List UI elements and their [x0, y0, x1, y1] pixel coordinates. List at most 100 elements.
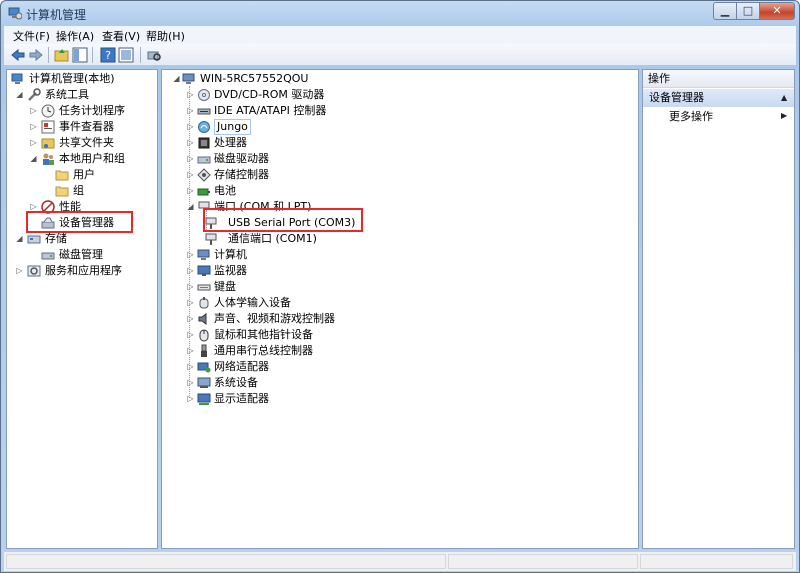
expand-arrow-icon[interactable]: ▷ — [186, 167, 195, 183]
minimize-button[interactable]: ▁ — [713, 2, 737, 20]
tree-label: 共享文件夹 — [59, 136, 114, 149]
tree-label: 磁盘驱动器 — [214, 152, 269, 165]
tree-label: 本地用户和组 — [59, 152, 125, 165]
expand-arrow-icon[interactable]: ▷ — [29, 119, 38, 135]
expand-arrow-icon[interactable]: ▷ — [186, 263, 195, 279]
menu-action[interactable]: 操作(A) — [56, 28, 94, 44]
expand-arrow-icon[interactable]: ▷ — [186, 119, 195, 135]
services-icon — [27, 265, 41, 277]
more-actions-item[interactable]: 更多操作 — [669, 109, 713, 125]
expand-arrow-icon[interactable]: ▷ — [186, 247, 195, 263]
scan-hardware-icon[interactable] — [146, 47, 162, 63]
computer-icon — [197, 249, 210, 260]
expand-arrow-icon[interactable]: ▷ — [29, 135, 38, 151]
expand-arrow-icon[interactable]: ▷ — [186, 279, 195, 295]
expand-arrow-icon[interactable]: ▷ — [186, 151, 195, 167]
tree-label: 计算机 — [214, 248, 247, 261]
status-bar — [4, 551, 796, 571]
expand-arrow-icon[interactable]: ▷ — [15, 263, 24, 279]
back-arrow-icon[interactable] — [10, 47, 26, 63]
more-actions-label: 更多操作 — [669, 110, 713, 123]
tree-label: 通用串行总线控制器 — [214, 344, 313, 357]
menu-help[interactable]: 帮助(H) — [146, 28, 185, 44]
close-button[interactable]: ✕ — [759, 2, 795, 20]
usb-icon — [201, 344, 207, 357]
expand-arrow-icon[interactable]: ▷ — [186, 343, 195, 359]
svg-text:?: ? — [105, 49, 111, 62]
show-hide-tree-icon[interactable] — [72, 47, 88, 63]
storage-icon — [27, 235, 41, 244]
tree-label: 监视器 — [214, 264, 247, 277]
disk-icon — [41, 252, 55, 260]
menu-file[interactable]: 文件(F) — [13, 28, 50, 44]
expand-arrow-icon[interactable]: ▷ — [186, 391, 195, 407]
expand-arrow-icon[interactable]: ▷ — [186, 295, 195, 311]
tree-label: IDE ATA/ATAPI 控制器 — [214, 104, 327, 117]
tree-label: WIN-5RC57552QOU — [200, 72, 309, 85]
expand-arrow-icon[interactable]: ▷ — [186, 135, 195, 151]
expand-arrow-icon[interactable]: ▷ — [186, 375, 195, 391]
tree-label: 系统工具 — [45, 88, 89, 101]
help-icon[interactable]: ? — [100, 47, 116, 63]
actions-pane: 操作 设备管理器 ▲ 更多操作 ▶ — [642, 69, 795, 549]
toolbar-separator — [48, 47, 49, 63]
expand-arrow-icon[interactable]: ▷ — [186, 327, 195, 343]
monitor-icon — [197, 265, 211, 276]
expand-arrow-icon[interactable]: ▷ — [186, 359, 195, 375]
collapse-arrow-icon[interactable]: ◢ — [15, 231, 24, 247]
folder-icon — [55, 170, 69, 181]
system-device-icon — [197, 377, 211, 388]
tree-label: 用户 — [73, 168, 95, 181]
highlight-box-usb-serial — [203, 208, 363, 232]
toolbar-separator — [140, 47, 141, 63]
actions-section-device-manager[interactable]: 设备管理器 ▲ — [643, 89, 794, 107]
storage-controller-icon — [197, 168, 211, 182]
maximize-button[interactable]: □ — [736, 2, 760, 20]
computer-management-icon — [8, 7, 22, 20]
collapse-arrow-icon[interactable]: ◢ — [172, 71, 181, 87]
expand-arrow-icon[interactable]: ▷ — [186, 311, 195, 327]
tree-label: 存储控制器 — [214, 168, 269, 181]
menu-bar: 文件(F) 操作(A) 查看(V) 帮助(H) — [4, 26, 796, 44]
title-bar[interactable]: 计算机管理 ▁ □ ✕ — [1, 1, 799, 25]
tree-label: DVD/CD-ROM 驱动器 — [214, 88, 325, 101]
shared-folder-icon — [41, 138, 55, 149]
tree-label: 服务和应用程序 — [45, 264, 122, 277]
status-cell — [448, 554, 638, 569]
tree-label: 通信端口 (COM1) — [228, 232, 317, 245]
mouse-icon — [199, 329, 209, 342]
collapse-up-icon[interactable]: ▲ — [781, 89, 787, 107]
forward-arrow-icon[interactable] — [28, 47, 44, 63]
menu-view[interactable]: 查看(V) — [102, 28, 140, 44]
highlight-box-device-manager — [26, 211, 133, 233]
tree-label: 人体学输入设备 — [214, 296, 291, 309]
toolbar-separator — [92, 47, 93, 63]
processor-icon — [198, 137, 210, 149]
toolbar: ? — [4, 44, 796, 66]
expand-arrow-icon[interactable]: ▷ — [29, 103, 38, 119]
console-tree-pane: 计算机管理(本地) ◢ 系统工具 ▷ 任务计划程序 ▷ 事件查看器 ▷ 共享文件… — [6, 69, 158, 549]
network-adapter-icon — [197, 362, 211, 373]
expand-arrow-icon[interactable]: ▷ — [186, 183, 195, 199]
event-viewer-icon — [41, 120, 55, 134]
users-icon — [43, 153, 54, 165]
up-folder-icon[interactable] — [54, 47, 70, 63]
collapse-arrow-icon[interactable]: ◢ — [186, 199, 195, 215]
actions-header: 操作 — [643, 70, 794, 88]
device-tree-pane: ◢ WIN-5RC57552QOU ▷ DVD/CD-ROM 驱动器 ▷ IDE… — [161, 69, 639, 549]
tree-label: 存储 — [45, 232, 67, 245]
collapse-arrow-icon[interactable]: ◢ — [15, 87, 24, 103]
tree-label: 计算机管理(本地) — [29, 72, 115, 85]
submenu-arrow-icon: ▶ — [781, 111, 788, 120]
status-cell — [6, 554, 446, 569]
expand-arrow-icon[interactable]: ▷ — [186, 103, 195, 119]
app-window: 计算机管理 ▁ □ ✕ 文件(F) 操作(A) 查看(V) 帮助(H) ? 计算… — [0, 0, 800, 573]
computer-management-icon — [11, 73, 23, 84]
tree-label: 系统设备 — [214, 376, 258, 389]
ide-controller-icon — [197, 108, 211, 115]
expand-arrow-icon[interactable]: ▷ — [186, 87, 195, 103]
disk-drive-icon — [197, 156, 211, 164]
collapse-arrow-icon[interactable]: ◢ — [29, 151, 38, 167]
properties-icon[interactable] — [118, 47, 134, 63]
jungo-icon — [198, 121, 210, 133]
